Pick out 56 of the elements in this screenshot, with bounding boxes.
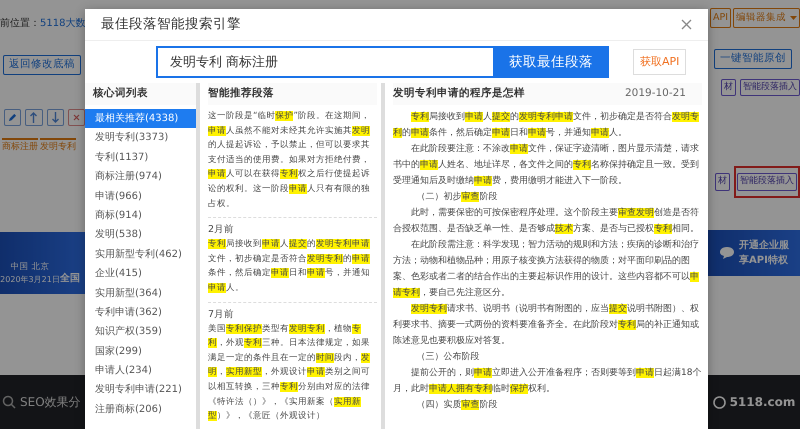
keyword-item[interactable]: 申请(966): [85, 186, 196, 206]
article-paragraph: 此时，需要保密的可按保密程序处理。这个阶段主要审查发明创造是否符合授权范围、是否缺乏单一性、是否够成技术方案、是否与已授权专利相同。: [393, 206, 700, 236]
keyword-item[interactable]: 最相关推荐(4338): [85, 109, 196, 128]
paragraph-text: 专利局接收到申请人提交的发明专利申请 文件，初步确定是否符合发明专利的申请 条件，然后确定申请日和申请号，并通知 申请人。: [208, 238, 371, 295]
material-button[interactable]: 材: [715, 173, 730, 191]
pencil-icon[interactable]: [4, 108, 22, 126]
dialog-title: 最佳段落智能搜索引擎: [101, 15, 241, 34]
keyword-item[interactable]: 申请人(234): [85, 361, 196, 380]
keyword-item[interactable]: 注册商标(206): [85, 400, 196, 420]
search-button[interactable]: 获取最佳段落: [493, 46, 609, 78]
search-icon[interactable]: [2, 395, 16, 409]
promo-text: 享API特权: [739, 253, 789, 268]
banner-city: 中国 北京: [10, 261, 50, 274]
section-heading: （二）初步审查阶段: [415, 190, 498, 204]
delete-icon[interactable]: [68, 108, 85, 126]
banner-date: 2020年3月21日: [0, 274, 60, 286]
paragraph-age: 2月前: [208, 223, 236, 238]
paragraph-text: 这一阶段是“临时保护”阶段。在这期间， 申请人虽然不能对未经其允许实施其发明 的人提起诉讼，予以禁止，但可以要求其支付适当的使用费。如果对方拒绝付费， 申请人可以在获得专利权之后行使提起诉讼的权利。这一阶段申请人只有有限的独占权。: [208, 110, 371, 211]
article-paragraph: 在此阶段需注意：科学发现；智力活动的规则和方法；疾病的诊断和治疗方法；动物和植物品种；用原子核变换方法获得的物质；对平面印刷品的图案、色彩或者二者的结合作出的主要起标识作用的设计。这些内容都不可以申请专利，要自己先注意区分。: [393, 238, 700, 300]
keyword-item[interactable]: 专利申请(362): [85, 302, 196, 322]
article-paragraph: 专利局接收到申请人提交的发明专利申请文件，初步确定是否符合发明专利的申请条件，然后确定申请日和申请号，并通知申请人。: [393, 110, 700, 140]
breadcrumb-label: 前位置：: [0, 16, 40, 31]
footer-search-text: SEO效果分: [20, 394, 81, 411]
keyword-item[interactable]: 发明专利(3373): [85, 128, 196, 148]
paragraph-insert-button[interactable]: 智能段落插入: [737, 173, 797, 191]
paragraph-age: 7月前: [208, 308, 236, 322]
chat-icon: [719, 246, 735, 260]
keyword-item[interactable]: 发明(538): [85, 225, 196, 245]
keyword-item[interactable]: 发明专利申请(221): [85, 380, 196, 400]
keyword-item[interactable]: 知识产权(359): [85, 322, 196, 342]
keyword-item[interactable]: 企业(415): [85, 264, 196, 284]
article-title: 发明专利申请的程序是怎样: [393, 86, 525, 102]
promo-text: 开通企业服: [739, 238, 789, 253]
site-logo: 5118.com: [730, 394, 796, 411]
article-paragraph: 发明专利请求书、说明书（说明书有附图的，应当提交说明书附图）、权利要求书、摘要一式两份的资料要准备齐全。在此阶段对专利局的补正通知或陈述意见也要积极应对答复。: [393, 302, 700, 348]
paragraph-insert-button[interactable]: 智能段落插入: [740, 78, 800, 96]
article-date: 2019-10-21: [624, 86, 686, 102]
material-button[interactable]: 材: [721, 78, 736, 96]
column-heading: 智能推荐段落: [208, 83, 377, 105]
keyword-item[interactable]: 专利(1137): [85, 148, 196, 168]
keyword-item[interactable]: 国家(299): [85, 342, 196, 362]
caret-icon: [790, 16, 797, 20]
article-paragraph: 提前公开的，则申请立即进入公开准备程序；否则要等到申请日起满18个月，此时申请人拥有专利临时保护权利。: [393, 366, 702, 396]
section-heading: （三）公布阶段: [415, 350, 480, 364]
paragraph-text: 美国专利保护类型有发明专利，植物专利，外观专利三种。日本法律规定，如果满足一定的条件且在一定的时间段内，发明，实用新型，外观设计申请类别之间可以相互转换，三种专利分别由对应的法律《特许法（）》，《实用新案（实用新型）》，《意匠（外观设计）: [208, 322, 371, 424]
column-heading: 核心词列表: [85, 83, 196, 105]
search-field[interactable]: 发明专利 商标注册: [156, 46, 493, 78]
keyword-item[interactable]: 商标(914): [85, 206, 196, 226]
keyword-item[interactable]: 商标注册(974): [85, 167, 196, 187]
close-icon[interactable]: [681, 19, 692, 30]
keyword-item[interactable]: 实用新型专利(462): [85, 244, 196, 264]
banner-text: 全国: [60, 272, 80, 286]
section-heading: （四）实质审查阶段: [415, 398, 498, 412]
article-paragraph: 在此阶段要注意：不涂改申请文件，保证字迹清晰，图片显示清楚，请求书中的申请人姓名、地址详尽，各文件之间的专利名称保持确定且一致。受到受理通知后及时缴纳申请费，费用缴明才能进入下一阶段。: [393, 142, 700, 188]
keyword-item[interactable]: 实用新型(364): [85, 284, 196, 303]
logo-icon: [712, 396, 726, 408]
